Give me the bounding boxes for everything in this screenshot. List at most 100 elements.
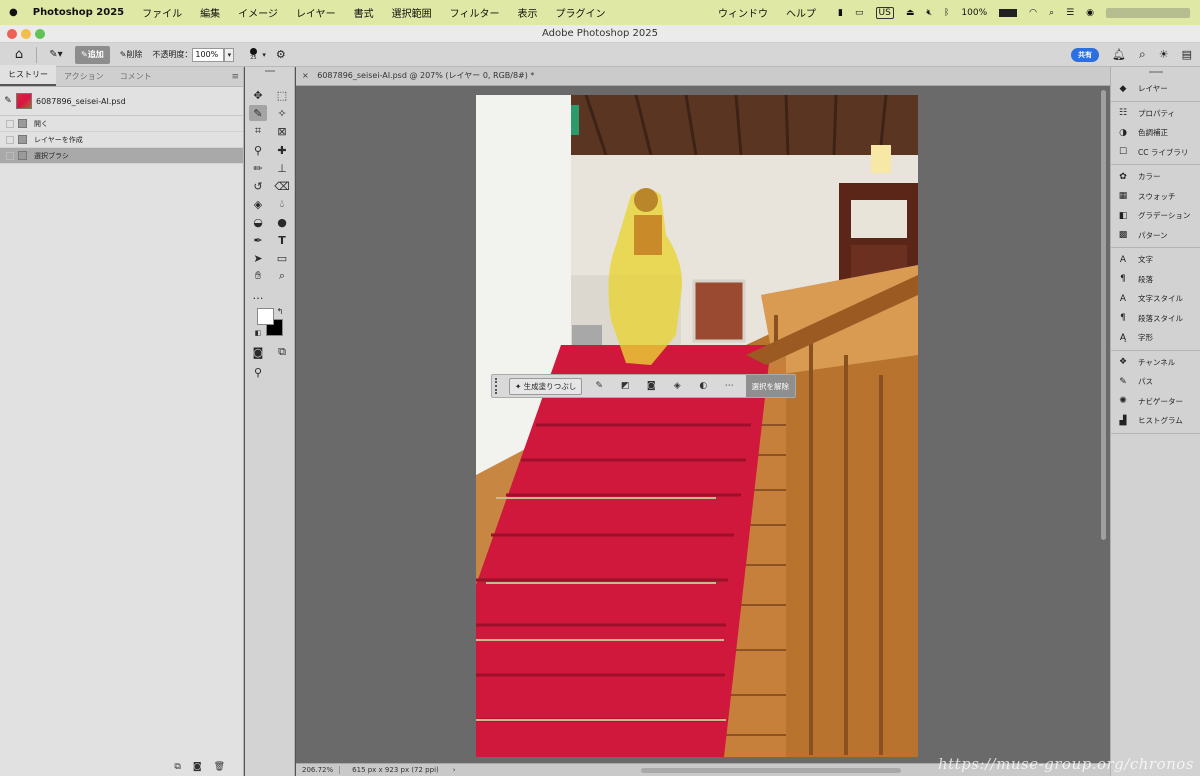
trash-icon[interactable]: 🗑︎: [214, 762, 225, 772]
screen-icon[interactable]: ▭: [855, 8, 864, 18]
menu-edit[interactable]: 編集: [191, 5, 229, 20]
menu-layer[interactable]: レイヤー: [287, 5, 345, 20]
frame-tool-icon[interactable]: ⊠: [273, 123, 291, 139]
history-source-box[interactable]: [6, 135, 14, 144]
spotlight-icon[interactable]: ⌕: [1049, 8, 1054, 18]
history-item-selected[interactable]: 選択ブラシ: [0, 148, 243, 164]
menu-file[interactable]: ファイル: [133, 5, 191, 20]
panel-character[interactable]: A 文字: [1111, 250, 1200, 270]
eyedropper-icon[interactable]: ⚲: [249, 142, 267, 158]
document-status-icon[interactable]: ▮: [838, 8, 843, 18]
image-canvas[interactable]: [476, 95, 918, 757]
hand-tool-icon[interactable]: ✋︎: [249, 268, 267, 284]
new-document-from-state-icon[interactable]: ⧉: [174, 762, 180, 772]
magic-wand-icon[interactable]: ✧: [273, 105, 291, 121]
history-brush-icon[interactable]: ↺: [249, 178, 267, 194]
bluetooth-icon[interactable]: ᛒ: [944, 8, 949, 18]
pen-tool-icon[interactable]: ✒: [249, 232, 267, 248]
mute-icon[interactable]: 🔇︎: [926, 8, 932, 18]
healing-brush-icon[interactable]: ✚: [273, 142, 291, 158]
modify-selection-icon[interactable]: ✎: [590, 381, 608, 391]
select-and-mask-icon[interactable]: ◩: [616, 381, 634, 391]
history-item[interactable]: レイヤーを作成: [0, 132, 243, 148]
brush-preset-picker[interactable]: ✎▾: [43, 46, 69, 64]
camera-icon[interactable]: ◙: [193, 762, 202, 772]
control-center-icon[interactable]: ☰: [1066, 8, 1074, 18]
document-tab[interactable]: × 6087896_seisei-AI.psd @ 207% (レイヤー 0, …: [296, 67, 1110, 86]
crop-tool-icon[interactable]: ⌗: [249, 123, 267, 139]
tab-comments[interactable]: コメント: [112, 67, 160, 86]
horizontal-scrollbar[interactable]: [640, 767, 901, 773]
opacity-input[interactable]: 100%: [192, 47, 225, 62]
search-icon[interactable]: ⌕: [1139, 47, 1146, 62]
marquee-tool-icon[interactable]: ⬚: [273, 87, 291, 103]
history-snapshot[interactable]: ✎ 6087896_seisei-AI.psd: [0, 87, 243, 116]
chevron-down-icon[interactable]: ▾: [262, 51, 266, 59]
move-tool-icon[interactable]: ✥: [249, 87, 267, 103]
app-menu[interactable]: Photoshop 2025: [27, 7, 133, 18]
close-button[interactable]: [7, 29, 17, 39]
panel-paragraph[interactable]: ¶ 段落: [1111, 270, 1200, 290]
panel-glyphs[interactable]: Ą 字形: [1111, 328, 1200, 348]
contextual-taskbar-icon[interactable]: ⚲: [249, 364, 267, 380]
type-tool-icon[interactable]: T: [273, 232, 291, 248]
dodge-tool-icon[interactable]: ◒: [249, 214, 267, 230]
generative-fill-button[interactable]: ✦ 生成塗りつぶし: [509, 377, 583, 395]
zoom-level[interactable]: 206.72%: [296, 766, 341, 774]
deselect-button[interactable]: 選択を解除: [745, 375, 795, 397]
history-source-box[interactable]: [6, 119, 14, 128]
menu-help[interactable]: ヘルプ: [786, 5, 816, 20]
clone-stamp-icon[interactable]: ⊥: [273, 160, 291, 176]
siri-icon[interactable]: ◉: [1086, 8, 1094, 18]
menu-filter[interactable]: フィルター: [441, 5, 509, 20]
swap-colors-icon[interactable]: ↰: [275, 306, 285, 316]
input-source[interactable]: US: [875, 6, 894, 19]
panel-color[interactable]: ✿ カラー: [1111, 167, 1200, 187]
panel-paths[interactable]: ✎ パス: [1111, 372, 1200, 392]
add-to-selection-button[interactable]: ✎ 追加: [75, 45, 110, 64]
eraser-icon[interactable]: ⌫: [273, 178, 291, 194]
more-options-icon[interactable]: ⋯: [720, 381, 738, 391]
more-tools-icon[interactable]: …: [249, 287, 267, 303]
panel-histogram[interactable]: ▟ ヒストグラム: [1111, 411, 1200, 431]
panel-properties[interactable]: ☷ プロパティ: [1111, 104, 1200, 124]
gear-icon[interactable]: ⚙: [276, 48, 286, 61]
blur-tool-icon[interactable]: 💧︎: [273, 196, 291, 212]
opacity-dropdown-icon[interactable]: ▾: [224, 47, 235, 62]
selection-brush-tool-icon[interactable]: ✎: [249, 105, 267, 121]
apple-icon[interactable]: ●: [0, 7, 27, 18]
rectangle-tool-icon[interactable]: ▭: [273, 250, 291, 266]
panel-layers[interactable]: ◆ レイヤー: [1111, 79, 1200, 99]
workspace-icon[interactable]: ▤: [1182, 48, 1192, 61]
tab-history[interactable]: ヒストリー: [0, 65, 56, 86]
zoom-tool-icon[interactable]: ⌕: [273, 268, 291, 284]
wifi-icon[interactable]: ◠: [1029, 8, 1037, 18]
quick-mask-icon[interactable]: ◙: [249, 344, 267, 360]
share-button[interactable]: 共有: [1071, 47, 1100, 62]
adjustment-icon[interactable]: ◐: [694, 381, 712, 391]
panel-menu-icon[interactable]: ≡: [231, 72, 239, 82]
menu-image[interactable]: イメージ: [229, 5, 287, 20]
vertical-scrollbar[interactable]: [1101, 90, 1106, 540]
panel-swatches[interactable]: ▦ スウォッチ: [1111, 187, 1200, 207]
history-source-box[interactable]: [6, 151, 14, 160]
panel-gradient[interactable]: ◧ グラデーション: [1111, 206, 1200, 226]
history-item[interactable]: 開く: [0, 116, 243, 132]
drag-handle-icon[interactable]: [495, 378, 499, 394]
minimize-button[interactable]: [21, 29, 31, 39]
eject-icon[interactable]: ⏏: [906, 8, 915, 18]
paint-bucket-icon[interactable]: ◈: [249, 196, 267, 212]
notifications-icon[interactable]: 🔔︎: [1112, 48, 1126, 61]
zoom-button[interactable]: [35, 29, 45, 39]
panel-pattern[interactable]: ▩ パターン: [1111, 226, 1200, 246]
close-tab-icon[interactable]: ×: [302, 71, 309, 80]
foreground-color-swatch[interactable]: [257, 308, 274, 325]
burn-tool-icon[interactable]: ●: [273, 214, 291, 230]
menu-window[interactable]: ウィンドウ: [718, 5, 768, 20]
brush-size-picker[interactable]: 25: [246, 46, 260, 64]
panel-adjustments[interactable]: ◑ 色調補正: [1111, 123, 1200, 143]
default-colors-icon[interactable]: ◧: [253, 328, 263, 338]
dock-grip[interactable]: [1111, 67, 1200, 77]
home-icon[interactable]: ⌂: [8, 46, 30, 64]
panel-character-style[interactable]: A 文字スタイル: [1111, 289, 1200, 309]
